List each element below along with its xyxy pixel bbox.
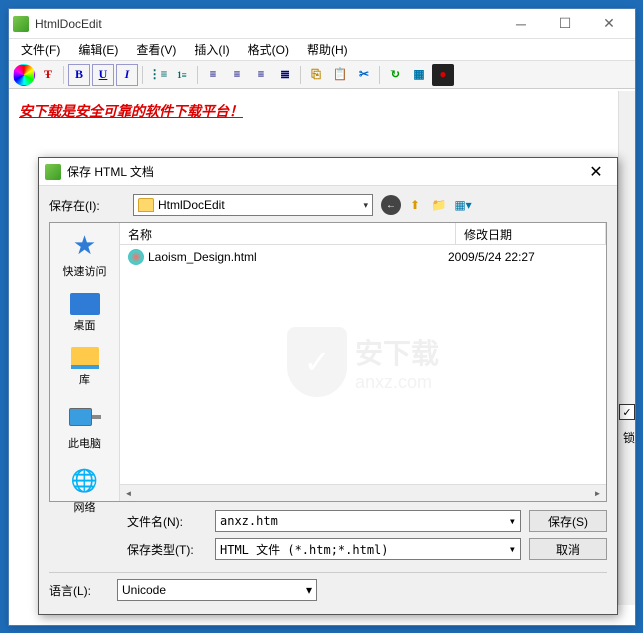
desktop-icon	[70, 293, 100, 315]
sidebar-library[interactable]: 库	[71, 347, 99, 387]
editor-content: 安下载是安全可靠的软件下载平台！	[19, 105, 243, 120]
language-label: 语言(L):	[49, 582, 109, 599]
maximize-button[interactable]: ☐	[543, 10, 587, 38]
list-numbered-icon[interactable]: 1≡	[171, 64, 193, 86]
save-button[interactable]: 保存(S)	[529, 510, 607, 532]
star-icon: ★	[69, 229, 101, 261]
minimize-button[interactable]: ─	[499, 10, 543, 38]
list-bullets-icon[interactable]: ⋮≡	[147, 64, 169, 86]
save-in-label: 保存在(I):	[49, 197, 125, 214]
file-row[interactable]: Laoism_Design.html 2009/5/24 22:27	[120, 245, 606, 269]
refresh-icon[interactable]: ↻	[384, 64, 406, 86]
sidebar-desktop[interactable]: 桌面	[70, 293, 100, 333]
library-icon	[71, 347, 99, 369]
folder-icon	[138, 198, 154, 212]
right-label: 锁	[623, 429, 635, 446]
places-sidebar: ★ 快速访问 桌面 库 此电脑 🌐 网络	[50, 223, 120, 501]
titlebar: HtmlDocEdit ─ ☐ ✕	[9, 9, 635, 39]
sidebar-computer[interactable]: 此电脑	[68, 401, 101, 451]
file-browser: ★ 快速访问 桌面 库 此电脑 🌐 网络	[49, 222, 607, 502]
image-icon[interactable]: ▦	[408, 64, 430, 86]
color-icon[interactable]	[13, 64, 35, 86]
paste-icon[interactable]: 📋	[329, 64, 351, 86]
chevron-down-icon: ▾	[509, 514, 516, 528]
sidebar-quick-access[interactable]: ★ 快速访问	[63, 229, 107, 279]
menu-file[interactable]: 文件(F)	[13, 39, 68, 60]
sidebar-network[interactable]: 🌐 网络	[69, 465, 101, 515]
scroll-right-icon[interactable]: ►	[589, 485, 606, 501]
menubar: 文件(F) 编辑(E) 查看(V) 插入(I) 格式(O) 帮助(H)	[9, 39, 635, 61]
filetype-label: 保存类型(T):	[127, 541, 207, 558]
view-menu-icon[interactable]: ▦▾	[453, 195, 473, 215]
window-title: HtmlDocEdit	[35, 17, 499, 31]
record-icon[interactable]: ●	[432, 64, 454, 86]
new-folder-icon[interactable]: 📁	[429, 195, 449, 215]
align-justify-icon[interactable]: ≣	[274, 64, 296, 86]
font-icon[interactable]: Ŧ	[37, 64, 59, 86]
menu-edit[interactable]: 编辑(E)	[70, 39, 126, 60]
cancel-button[interactable]: 取消	[529, 538, 607, 560]
copy-icon[interactable]: ⎘	[305, 64, 327, 86]
column-name[interactable]: 名称	[120, 223, 456, 244]
dialog-title: 保存 HTML 文档	[67, 163, 581, 180]
menu-view[interactable]: 查看(V)	[128, 39, 184, 60]
chevron-down-icon: ▾	[509, 542, 516, 556]
network-icon: 🌐	[69, 465, 101, 497]
underline-icon[interactable]: U	[92, 64, 114, 86]
back-icon[interactable]: ←	[381, 195, 401, 215]
app-icon	[13, 16, 29, 32]
filename-label: 文件名(N):	[127, 513, 207, 530]
chevron-down-icon: ▾	[306, 583, 312, 597]
chevron-down-icon: ▾	[363, 200, 368, 211]
italic-icon[interactable]: I	[116, 64, 138, 86]
html-file-icon	[128, 249, 144, 265]
file-name: Laoism_Design.html	[148, 250, 448, 264]
scroll-left-icon[interactable]: ◄	[120, 485, 137, 501]
horizontal-scrollbar[interactable]: ◄ ►	[120, 484, 606, 501]
column-date[interactable]: 修改日期	[456, 223, 606, 244]
dialog-app-icon	[45, 164, 61, 180]
menu-insert[interactable]: 插入(I)	[186, 39, 237, 60]
dialog-titlebar: 保存 HTML 文档 ✕	[39, 158, 617, 186]
align-left-icon[interactable]: ≡	[202, 64, 224, 86]
dialog-close-button[interactable]: ✕	[581, 160, 611, 184]
filename-input[interactable]: anxz.htm ▾	[215, 510, 521, 532]
right-checkbox[interactable]: ✓	[619, 404, 635, 420]
toolbar: Ŧ B U I ⋮≡ 1≡ ≡ ≡ ≡ ≣ ⎘ 📋 ✂ ↻ ▦ ●	[9, 61, 635, 89]
save-in-value: HtmlDocEdit	[158, 198, 225, 212]
file-list: 名称 修改日期 Laoism_Design.html 2009/5/24 22:…	[120, 223, 606, 501]
save-dialog: 保存 HTML 文档 ✕ 保存在(I): HtmlDocEdit ▾ ← ⬆ 📁…	[38, 157, 618, 615]
file-date: 2009/5/24 22:27	[448, 250, 598, 264]
save-in-select[interactable]: HtmlDocEdit ▾	[133, 194, 373, 216]
bold-icon[interactable]: B	[68, 64, 90, 86]
align-right-icon[interactable]: ≡	[250, 64, 272, 86]
close-button[interactable]: ✕	[587, 10, 631, 38]
align-center-icon[interactable]: ≡	[226, 64, 248, 86]
menu-format[interactable]: 格式(O)	[240, 39, 297, 60]
up-icon[interactable]: ⬆	[405, 195, 425, 215]
language-select[interactable]: Unicode ▾	[117, 579, 317, 601]
cut-icon[interactable]: ✂	[353, 64, 375, 86]
file-list-header: 名称 修改日期	[120, 223, 606, 245]
vertical-scrollbar[interactable]	[618, 91, 635, 605]
filetype-select[interactable]: HTML 文件 (*.htm;*.html) ▾	[215, 538, 521, 560]
menu-help[interactable]: 帮助(H)	[299, 39, 356, 60]
computer-icon	[69, 401, 101, 433]
